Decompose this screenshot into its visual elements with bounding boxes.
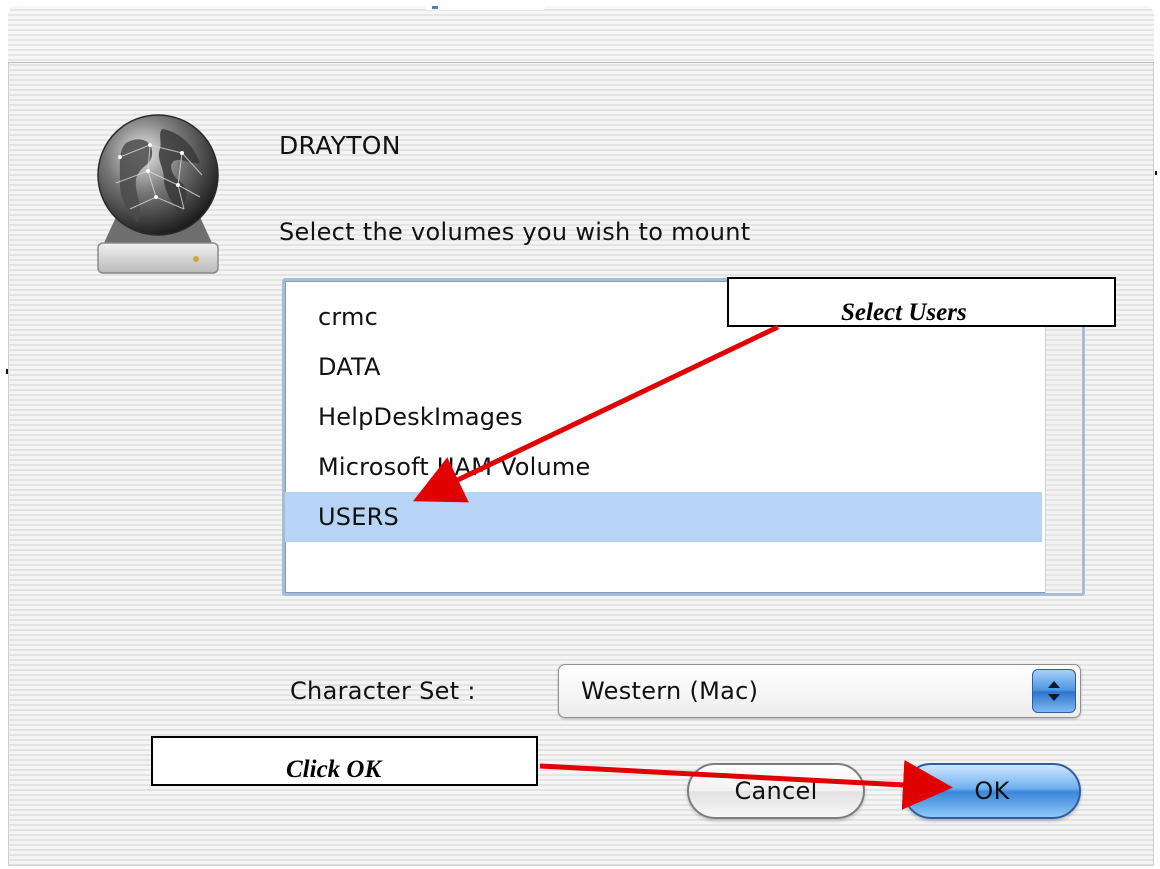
annotation-select-users: Select Users <box>727 277 1116 327</box>
volume-item-users[interactable]: USERS <box>285 492 1042 542</box>
character-set-select[interactable]: Western (Mac) <box>558 664 1081 718</box>
annotation-select-users-text: Select Users <box>841 299 967 326</box>
edge-mark <box>1155 171 1157 175</box>
top-notch <box>425 6 545 10</box>
volume-item-data[interactable]: DATA <box>285 342 1042 392</box>
character-set-value: Western (Mac) <box>581 677 759 705</box>
instruction-text: Select the volumes you wish to mount <box>279 218 751 246</box>
annotation-click-ok-text: Click OK <box>286 756 382 783</box>
dialog-title-strip <box>8 6 1154 63</box>
globe-server-icon <box>97 114 219 274</box>
volume-items: crmc DATA HelpDeskImages Microsoft UAM V… <box>285 292 1042 542</box>
volume-item-microsoft-uam-volume[interactable]: Microsoft UAM Volume <box>285 442 1042 492</box>
volume-item-helpdeskimages[interactable]: HelpDeskImages <box>285 392 1042 442</box>
list-scrollbar[interactable] <box>1045 281 1082 593</box>
edge-mark <box>6 369 8 374</box>
cancel-button[interactable]: Cancel <box>687 763 865 819</box>
server-name: DRAYTON <box>279 131 401 160</box>
ok-button[interactable]: OK <box>903 763 1081 819</box>
character-set-label: Character Set : <box>290 677 476 705</box>
chevron-updown-icon[interactable] <box>1032 669 1076 713</box>
annotation-click-ok: Click OK <box>151 736 538 786</box>
